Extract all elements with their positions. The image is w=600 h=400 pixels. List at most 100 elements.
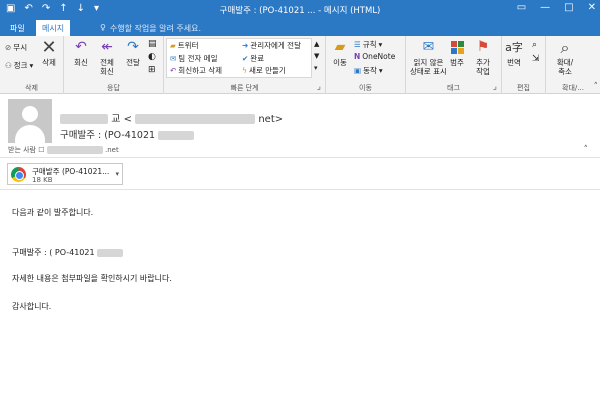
- folder-move-icon: ▰: [170, 41, 176, 50]
- tags-group-label: 태그: [447, 84, 460, 92]
- quickstep-twitter[interactable]: ▰ 트위터: [170, 40, 198, 51]
- redacted-po-number-body: [97, 248, 124, 257]
- to-row: 받는 사람 ☐ .net: [8, 145, 119, 155]
- delete-button[interactable]: ✕ 삭제: [40, 38, 58, 67]
- move-button[interactable]: ▰ 이동: [331, 38, 349, 68]
- editing-group-label: 편집: [517, 84, 530, 92]
- subject: 구매발주 : (PO-41021: [60, 127, 195, 141]
- reply-all-icon: ↞: [101, 38, 113, 55]
- window-title: 구매발주 : (PO-41021 ... - 메시지 (HTML): [219, 6, 381, 16]
- categorize-icon: [448, 38, 466, 56]
- dialog-launcher-icon[interactable]: ⌟: [317, 82, 321, 92]
- avatar: [8, 99, 52, 143]
- junk-icon: ⚇: [5, 61, 12, 70]
- lightning-icon: ϟ: [242, 66, 247, 75]
- redacted-po-number: [158, 131, 195, 140]
- recipient-checkbox-icon: ☐: [38, 146, 45, 154]
- actions-icon: ▣: [354, 66, 362, 75]
- translate-icon: a字: [505, 40, 523, 54]
- im-reply-icon[interactable]: ◐: [148, 52, 156, 62]
- magnifier-icon: ⌕: [560, 37, 570, 57]
- more-respond-icon[interactable]: ⊞: [148, 65, 156, 75]
- recipient-domain[interactable]: .net: [105, 146, 119, 154]
- delete-group: ⊘ 무시 ⚇ 정크 ▾ ✕ 삭제 삭제: [0, 36, 64, 94]
- categorize-button[interactable]: 범주: [448, 38, 466, 67]
- redacted-sender-name: [60, 114, 108, 124]
- body-line-2: 구매발주 : ( PO-41021: [12, 247, 124, 258]
- title-bar: ▣ ↶ ↷ ↑ ↓ ▾ 구매발주 : (PO-41021 ... - 메시지 (…: [0, 0, 600, 20]
- to-label: 받는 사람: [8, 146, 36, 154]
- delete-icon: ✕: [41, 36, 57, 58]
- reply-button[interactable]: ↶ 회신: [72, 38, 90, 68]
- forward-arrow-icon: ➜: [242, 41, 249, 50]
- forward-button[interactable]: ↷ 전달: [124, 38, 142, 68]
- gallery-up-icon[interactable]: ▲: [314, 40, 319, 48]
- folder-icon: ▰: [334, 38, 346, 55]
- respond-group: ↶ 회신 ↞ 전체 회신 ↷ 전달 ▤ ◐ ⊞ 응답: [64, 36, 164, 94]
- tab-message[interactable]: 메시지: [36, 20, 71, 36]
- move-group-label: 이동: [359, 84, 372, 92]
- gallery-down-icon[interactable]: ▼: [314, 52, 319, 60]
- onenote-icon: N: [354, 52, 361, 61]
- attachment-dropdown-icon[interactable]: ▾: [115, 170, 119, 178]
- collapse-ribbon-icon[interactable]: ˄: [594, 82, 599, 92]
- junk-button[interactable]: ⚇ 정크 ▾: [5, 60, 33, 71]
- redacted-sender-email: [135, 114, 256, 124]
- attachment[interactable]: 구매발주 (PO-41021... 18 KB ▾: [7, 163, 123, 185]
- body-line-1: 다음과 같이 발주합니다.: [12, 208, 94, 217]
- body-line-3: 자세한 내용은 첨부파일을 확인하시기 바랍니다.: [12, 274, 172, 283]
- email-icon: ✉: [170, 54, 177, 63]
- mark-unread-button[interactable]: ✉ 읽지 않은 상태로 표시: [410, 38, 447, 77]
- translate-button[interactable]: a字 번역: [505, 38, 523, 68]
- ribbon: ⊘ 무시 ⚇ 정크 ▾ ✕ 삭제 삭제 ↶ 회신 ↞ 전체 회신 ↷ 전달 ▤ …: [0, 36, 600, 94]
- lightbulb-icon: ♀: [100, 23, 106, 32]
- tab-file[interactable]: 파일: [4, 20, 31, 36]
- chrome-icon: [11, 167, 26, 182]
- checkmark-icon: ✔: [242, 54, 249, 63]
- delete-group-label: 삭제: [25, 84, 38, 92]
- find-icon[interactable]: ⌕: [532, 40, 537, 50]
- select-icon[interactable]: ⇲: [532, 54, 540, 64]
- zoom-button[interactable]: ⌕ 확대/ 축소: [556, 38, 574, 76]
- gallery-more-icon[interactable]: ▾: [314, 64, 318, 72]
- close-icon[interactable]: ✕: [588, 2, 596, 13]
- header-divider: [0, 157, 600, 158]
- ignore-button[interactable]: ⊘ 무시: [5, 42, 27, 53]
- attachment-size: 18 KB: [32, 176, 53, 184]
- envelope-icon: ✉: [422, 38, 435, 55]
- quickstep-forward-manager[interactable]: ➜ 관리자에게 전달: [242, 40, 301, 51]
- quickstep-done[interactable]: ✔ 완료: [242, 53, 264, 64]
- move-group: ▰ 이동 ☰ 규칙 ▾ N OneNote ▣ 동작 ▾ 이동: [326, 36, 406, 94]
- quickstep-reply-delete[interactable]: ↶ 회신하고 삭제: [170, 65, 222, 76]
- reply-delete-icon: ↶: [170, 66, 177, 75]
- window-controls: ▭ — □ ✕: [517, 2, 596, 13]
- follow-up-button[interactable]: ⚑ 추가 작업: [474, 38, 492, 77]
- tell-me-box[interactable]: ♀ 수행할 작업을 알려 주세요.: [100, 23, 201, 34]
- rules-button[interactable]: ☰ 규칙 ▾: [354, 39, 382, 50]
- zoom-group-label: 확대/...: [562, 84, 584, 92]
- maximize-icon[interactable]: □: [564, 2, 573, 13]
- tags-launcher-icon[interactable]: ⌟: [493, 82, 497, 92]
- collapse-header-icon[interactable]: ˄: [584, 145, 589, 155]
- reply-all-button[interactable]: ↞ 전체 회신: [98, 38, 116, 77]
- sender-domain: net>: [258, 114, 284, 125]
- onenote-button[interactable]: N OneNote: [354, 52, 395, 61]
- sender[interactable]: 교 < net>: [60, 110, 283, 125]
- meeting-reply-icon[interactable]: ▤: [148, 39, 157, 49]
- reply-icon: ↶: [75, 38, 87, 55]
- sender-name-suffix: 교 <: [111, 114, 132, 125]
- ribbon-tabs: 파일 메시지 ♀ 수행할 작업을 알려 주세요.: [0, 20, 600, 36]
- body-line-4: 감사합니다.: [12, 302, 52, 311]
- actions-button[interactable]: ▣ 동작 ▾: [354, 65, 383, 76]
- zoom-group: ⌕ 확대/ 축소 확대/... ˄: [546, 36, 600, 94]
- ignore-icon: ⊘: [5, 43, 12, 52]
- rules-icon: ☰: [354, 40, 361, 49]
- minimize-icon[interactable]: —: [540, 2, 550, 13]
- quickstep-team-email[interactable]: ✉ 팀 전자 메일: [170, 53, 218, 64]
- ribbon-options-icon[interactable]: ▭: [517, 2, 526, 13]
- quick-steps-group: ▰ 트위터 ➜ 관리자에게 전달 ✉ 팀 전자 메일 ✔ 완료 ↶ 회신하고 삭…: [164, 36, 326, 94]
- respond-group-label: 응답: [107, 84, 120, 92]
- quickstep-create-new[interactable]: ϟ 새로 만들기: [242, 65, 286, 76]
- attachment-divider: [0, 189, 600, 190]
- redacted-recipient: [46, 146, 103, 154]
